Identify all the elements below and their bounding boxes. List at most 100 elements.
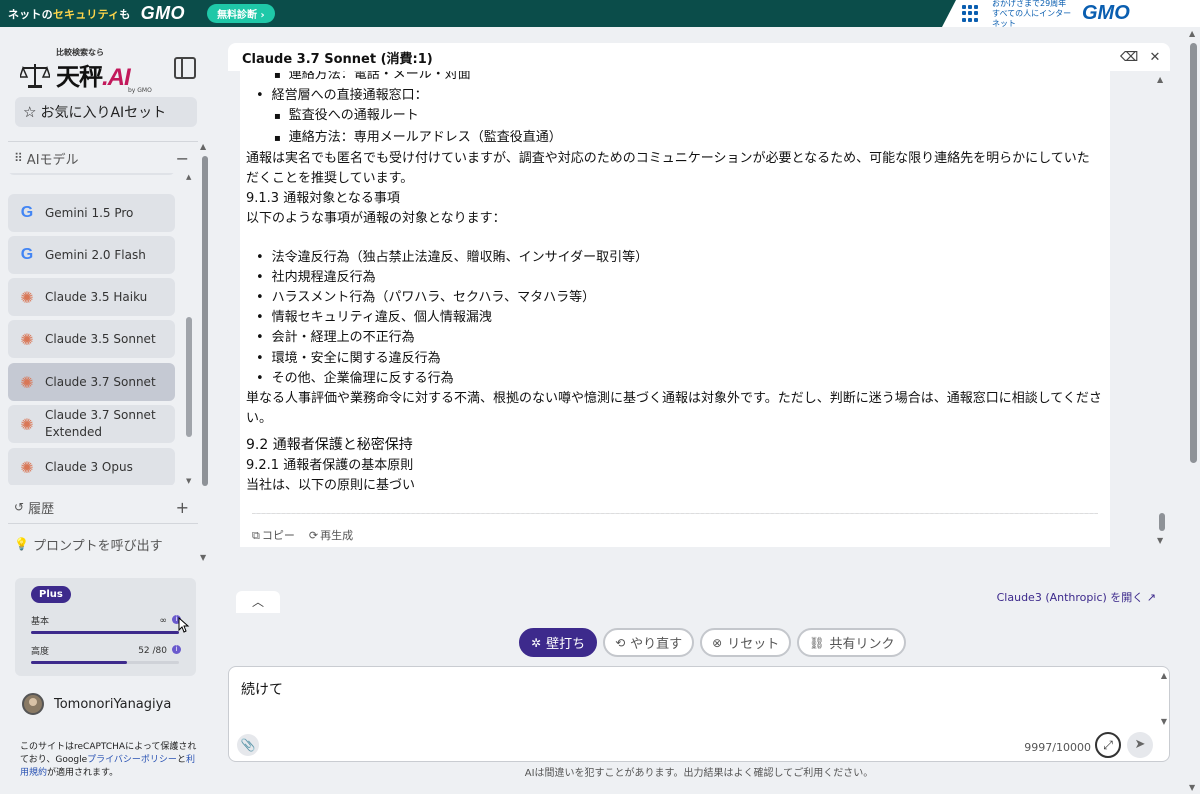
message-line: 連絡方法：電話・メール・対面 xyxy=(246,71,1102,86)
model-item[interactable]: ✺ Claude 3.5 Sonnet xyxy=(8,320,175,358)
chat-scroll-thumb[interactable] xyxy=(1159,513,1165,531)
message-line: 当社は、以下の原則に基づい xyxy=(246,477,416,493)
logo-by: by GMO xyxy=(128,87,152,94)
open-provider-link[interactable]: Claude3 (Anthropic) を開く ↗ xyxy=(997,589,1156,605)
collapse-icon[interactable]: − xyxy=(176,149,189,168)
copy-button[interactable]: ⧉ コピー xyxy=(252,527,295,543)
apps-grid-icon[interactable] xyxy=(962,4,980,23)
action-buttons: ✲ 壁打ち ⟲ やり直す ⊗ リセット ⛓ 共有リンク xyxy=(519,628,907,657)
user-profile[interactable]: TomonoriYanagiya xyxy=(22,693,171,715)
scroll-down-icon[interactable]: ▼ xyxy=(200,553,206,562)
message-line: 9.2.1 通報者保護の基本原則 xyxy=(246,457,414,473)
reset-button[interactable]: ⊗ リセット xyxy=(700,628,792,657)
sidebar: 比較検索なら 天秤.AI by GMO ☆ お気に入りAIセット ⠿ AIモデル… xyxy=(0,27,212,794)
message-line: 通報は実名でも匿名でも受け付けていますが、調査や対応のためのコミュニケーションが… xyxy=(246,150,1090,187)
char-counter: 9997/10000 xyxy=(1024,741,1091,754)
message-footer: ⧉ コピー ⟳ 再生成 xyxy=(240,513,1110,547)
regenerate-button[interactable]: ⟳ 再生成 xyxy=(309,527,353,543)
message-line: 情報セキュリティ違反、個人情報漏洩 xyxy=(246,308,1102,328)
anniversary-text: おかげさまで29周年 すべての人にインターネット xyxy=(992,0,1072,28)
privacy-policy-link[interactable]: プライバシーポリシー xyxy=(87,755,177,765)
collapse-chevron-up-icon[interactable]: ︿ xyxy=(236,591,280,613)
info-icon[interactable]: i xyxy=(172,645,181,654)
input-scroll-up-icon[interactable]: ▲ xyxy=(1161,671,1167,680)
brainstorm-button[interactable]: ✲ 壁打ち xyxy=(519,628,598,657)
external-link-icon: ↗ xyxy=(1143,591,1156,604)
message-input-text[interactable]: 続けて xyxy=(241,679,283,699)
model-item[interactable]: ✺ Claude 3.5 Haiku xyxy=(8,278,175,316)
prompt-section-header[interactable]: 💡 プロンプトを呼び出す xyxy=(14,533,189,555)
model-item-active[interactable]: ✺ Claude 3.7 Sonnet xyxy=(8,363,175,401)
message-body: 連絡方法：電話・メール・対面経営層への直接通報窓口：監査役への通報ルート連絡方法… xyxy=(246,71,1102,496)
history-icon: ↺ xyxy=(14,500,25,514)
sidebar-scroll-thumb[interactable] xyxy=(202,156,208,486)
share-link-button[interactable]: ⛓ 共有リンク xyxy=(797,628,907,657)
page-scrollbar[interactable]: ▲ ▼ xyxy=(1187,27,1200,794)
model-item[interactable]: G Gemini 1.5 Pro xyxy=(8,194,175,232)
divider xyxy=(8,141,198,142)
link-icon: ⛓ xyxy=(809,635,825,650)
eraser-icon[interactable]: ⌫ xyxy=(1120,48,1138,66)
message-line: 9.1.3 通報対象となる事項 xyxy=(246,191,400,207)
page-scroll-thumb[interactable] xyxy=(1190,43,1197,463)
close-icon[interactable]: ✕ xyxy=(1146,48,1164,66)
banner-right[interactable]: おかげさまで29周年 すべての人にインターネット GMO xyxy=(942,0,1200,27)
add-icon[interactable]: + xyxy=(176,498,189,517)
user-name: TomonoriYanagiya xyxy=(54,696,172,712)
ai-models-section-header[interactable]: ⠿ AIモデル − xyxy=(14,147,189,169)
scroll-down-icon[interactable]: ▼ xyxy=(1157,536,1163,545)
advanced-usage-value: 52 /80 xyxy=(138,645,167,656)
model-list-scrollbar[interactable] xyxy=(186,317,192,437)
logo-text: 天秤.AI xyxy=(56,64,131,91)
scale-icon xyxy=(20,64,50,88)
message-input[interactable]: 続けて ▲ ▼ 📎 9997/10000 ⤢ ➤ xyxy=(228,666,1170,762)
chat-scrollbar[interactable]: ▲ ▼ xyxy=(1156,75,1168,545)
model-list-scroll-up-icon[interactable]: ▲ xyxy=(186,173,191,181)
scroll-down-icon[interactable]: ▼ xyxy=(1189,783,1195,792)
basic-usage-bar xyxy=(31,631,179,634)
copy-icon: ⧉ xyxy=(252,529,260,542)
banner-left[interactable]: ネットのセキュリティも GMO 無料診断 › xyxy=(0,0,275,27)
claude-burst-icon: ✺ xyxy=(20,414,34,434)
message-line: 法令違反行為（独占禁止法違反、贈収賄、インサイダー取引等） xyxy=(246,248,1102,268)
redo-button[interactable]: ⟲ やり直す xyxy=(603,628,695,657)
mouse-cursor-icon xyxy=(178,617,190,633)
advanced-usage-bar xyxy=(31,661,179,664)
divider xyxy=(8,523,198,524)
claude-burst-icon: ✺ xyxy=(20,287,34,307)
google-g-icon: G xyxy=(20,246,34,263)
grid-dots-icon: ⠿ xyxy=(14,151,23,165)
model-item[interactable]: ✺ Claude 3 Opus xyxy=(8,448,175,485)
scroll-up-icon[interactable]: ▲ xyxy=(1189,29,1195,38)
input-scroll-down-icon[interactable]: ▼ xyxy=(1161,717,1167,726)
scroll-up-icon[interactable]: ▲ xyxy=(1157,75,1163,84)
gmo-logo: GMO xyxy=(140,3,186,23)
favorite-ai-set-button[interactable]: ☆ お気に入りAIセット xyxy=(15,97,197,127)
plan-badge: Plus xyxy=(31,586,71,603)
star-icon: ☆ xyxy=(23,103,37,121)
model-item[interactable]: ✺ Claude 3.7 Sonnet Extended xyxy=(8,405,175,443)
sidebar-toggle-icon[interactable] xyxy=(174,57,196,79)
sidebar-scrollbar[interactable]: ▲ ▼ xyxy=(200,142,210,562)
free-diagnosis-button[interactable]: 無料診断 › xyxy=(207,4,275,23)
expand-icon[interactable]: ⤢ xyxy=(1095,732,1121,758)
message-line: 以下のような事項が通報の対象となります： xyxy=(246,211,506,227)
attach-clip-icon[interactable]: 📎 xyxy=(237,734,259,756)
model-item[interactable]: G Gemini 2.0 Flash xyxy=(8,236,175,274)
banner-tagline: ネットのセキュリティも xyxy=(8,7,131,21)
message-line: その他、企業倫理に反する行為 xyxy=(246,369,1102,389)
message-line: ハラスメント行為（パワハラ、セクハラ、マタハラ等） xyxy=(246,288,1102,308)
claude-burst-icon: ✺ xyxy=(20,329,34,349)
advanced-usage-row: 高度 52 /80 i xyxy=(31,644,181,657)
plan-usage-box: Plus 基本 ∞ i 高度 52 /80 i xyxy=(15,578,196,676)
scroll-up-icon[interactable]: ▲ xyxy=(200,142,206,151)
message-line: 監査役への通報ルート xyxy=(246,106,1102,127)
message-line: 経営層への直接通報窓口： xyxy=(246,86,1102,106)
model-item-partial[interactable] xyxy=(8,173,175,175)
history-section-header[interactable]: ↺ 履歴 + xyxy=(14,496,189,518)
divider xyxy=(252,513,1098,514)
model-list-scroll-down-icon[interactable]: ▼ xyxy=(186,477,191,485)
recaptcha-notice: このサイトはreCAPTCHAによって保護されており、Googleプライバシーポ… xyxy=(20,742,197,778)
send-icon[interactable]: ➤ xyxy=(1127,732,1153,758)
